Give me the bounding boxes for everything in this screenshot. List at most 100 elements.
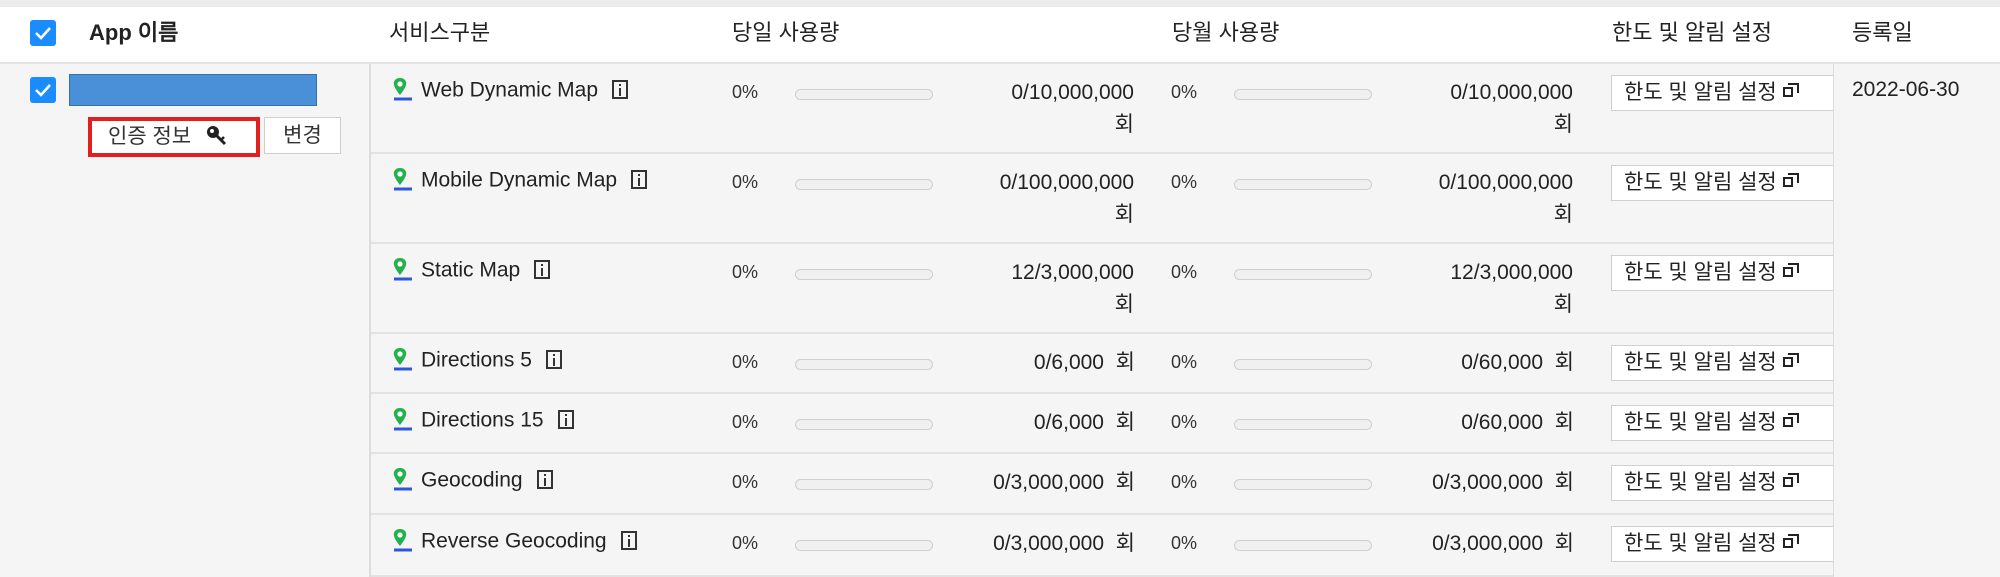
service-name-cell: Directions 5 — [391, 348, 562, 374]
service-name[interactable]: Directions 5 — [421, 349, 532, 372]
limit-settings-button[interactable]: 한도 및 알림 설정 — [1611, 345, 1833, 381]
limit-settings-button[interactable]: 한도 및 알림 설정 — [1611, 526, 1833, 562]
monthly-usage-unit: 회 — [1554, 532, 1574, 555]
map-pin-icon — [393, 78, 412, 101]
daily-usage-unit: 회 — [1114, 203, 1134, 226]
info-icon[interactable] — [620, 530, 637, 550]
monthly-usage-progress-bar — [1234, 540, 1372, 551]
limit-settings-button[interactable]: 한도 및 알림 설정 — [1611, 255, 1833, 291]
new-window-icon — [1782, 413, 1799, 429]
limit-settings-label: 한도 및 알림 설정 — [1624, 532, 1777, 555]
header-registered-date: 등록일 — [1852, 20, 1913, 45]
daily-usage-progress-bar — [795, 89, 933, 100]
auth-info-button[interactable]: 인증 정보 — [88, 117, 260, 157]
service-name-cell: Mobile Dynamic Map — [391, 168, 648, 194]
service-name[interactable]: Directions 15 — [421, 409, 544, 432]
monthly-usage-unit: 회 — [1554, 411, 1574, 434]
top-strip — [0, 0, 2000, 7]
service-name[interactable]: Mobile Dynamic Map — [421, 169, 617, 192]
daily-usage-unit: 회 — [1115, 471, 1135, 494]
map-pin-icon — [393, 168, 412, 191]
monthly-usage-count: 0/60,000 회 — [1461, 347, 1574, 379]
select-all-checkbox[interactable] — [30, 20, 56, 46]
header-app-name[interactable]: App 이름 — [89, 7, 178, 62]
info-icon[interactable] — [534, 259, 551, 279]
daily-usage-value: 0/6,000 — [1033, 351, 1104, 374]
monthly-usage-progress-bar — [1234, 479, 1372, 490]
service-name-cell: Web Dynamic Map — [391, 78, 629, 104]
change-button[interactable]: 변경 — [264, 117, 341, 154]
limit-settings-button[interactable]: 한도 및 알림 설정 — [1611, 405, 1833, 441]
monthly-usage-count: 0/3,000,000 회 — [1432, 528, 1574, 560]
new-window-icon — [1782, 534, 1799, 550]
app-usage-table: App 이름 서비스구분 당일 사용량 당월 사용량 한도 및 알림 설정 등록… — [0, 0, 2000, 577]
monthly-usage-unit: 회 — [1553, 113, 1573, 136]
info-icon[interactable] — [545, 349, 562, 369]
new-window-icon — [1782, 353, 1799, 369]
limit-settings-button[interactable]: 한도 및 알림 설정 — [1611, 465, 1833, 501]
daily-usage-progress-bar — [795, 269, 933, 280]
service-name[interactable]: Reverse Geocoding — [421, 530, 607, 553]
table-row: Geocoding 0% 0/3,000,000 회 0% 0/3,000,000 회 한… — [371, 454, 1833, 515]
daily-usage-percent: 0% — [732, 82, 759, 102]
monthly-usage-progress-bar — [1234, 179, 1372, 190]
info-icon[interactable] — [612, 79, 629, 99]
monthly-usage-unit: 회 — [1554, 351, 1574, 374]
daily-usage-unit: 회 — [1114, 293, 1134, 316]
daily-usage-unit: 회 — [1114, 113, 1134, 136]
limit-settings-button[interactable]: 한도 및 알림 설정 — [1611, 75, 1833, 111]
daily-usage-count: 0/3,000,000 회 — [993, 467, 1135, 499]
registered-date-cell — [1833, 64, 2000, 577]
new-window-icon — [1782, 263, 1799, 279]
daily-usage-unit: 회 — [1115, 532, 1135, 555]
monthly-usage-percent: 0% — [1171, 352, 1198, 372]
info-icon[interactable] — [557, 409, 574, 429]
daily-usage-value: 0/100,000,000 — [999, 171, 1134, 194]
table-row: Directions 15 0% 0/6,000 회 0% 0/60,000 회 한도 및… — [371, 394, 1833, 454]
table-row: Directions 5 0% 0/6,000 회 0% 0/60,000 회 한도 및 … — [371, 334, 1833, 394]
daily-usage-progress-bar — [795, 540, 933, 551]
monthly-usage-count: 12/3,000,000 회 — [1450, 257, 1573, 321]
daily-usage-value: 0/6,000 — [1033, 411, 1104, 434]
key-icon — [207, 126, 227, 146]
app-name-redacted[interactable] — [69, 74, 317, 106]
monthly-usage-value: 0/60,000 — [1461, 411, 1543, 434]
monthly-usage-count: 0/10,000,000 회 — [1450, 77, 1573, 141]
info-icon[interactable] — [536, 469, 553, 489]
daily-usage-unit: 회 — [1115, 351, 1135, 374]
daily-usage-percent: 0% — [732, 412, 759, 432]
service-name-cell: Reverse Geocoding — [391, 529, 637, 555]
info-icon[interactable] — [631, 169, 648, 189]
service-name[interactable]: Web Dynamic Map — [421, 79, 598, 102]
limit-settings-label: 한도 및 알림 설정 — [1624, 351, 1777, 374]
monthly-usage-value: 0/60,000 — [1461, 351, 1543, 374]
monthly-usage-value: 12/3,000,000 — [1450, 261, 1573, 284]
map-pin-icon — [393, 348, 412, 371]
app-row-checkbox[interactable] — [30, 77, 56, 103]
monthly-usage-percent: 0% — [1171, 262, 1198, 282]
header-service: 서비스구분 — [389, 20, 491, 45]
daily-usage-progress-bar — [795, 179, 933, 190]
limit-settings-label: 한도 및 알림 설정 — [1624, 171, 1777, 194]
daily-usage-progress-bar — [795, 419, 933, 430]
monthly-usage-count: 0/100,000,000 회 — [1439, 167, 1573, 231]
header-limit-settings: 한도 및 알림 설정 — [1612, 20, 1773, 45]
service-name[interactable]: Geocoding — [421, 469, 523, 492]
header-daily-usage: 당일 사용량 — [732, 20, 840, 45]
monthly-usage-value: 0/100,000,000 — [1438, 171, 1573, 194]
table-row: Reverse Geocoding 0% 0/3,000,000 회 0% 0/3,00… — [371, 515, 1833, 577]
limit-settings-label: 한도 및 알림 설정 — [1624, 261, 1777, 284]
new-window-icon — [1782, 83, 1799, 99]
monthly-usage-unit: 회 — [1553, 293, 1573, 316]
monthly-usage-count: 0/3,000,000 회 — [1432, 467, 1574, 499]
monthly-usage-percent: 0% — [1171, 533, 1198, 553]
limit-settings-button[interactable]: 한도 및 알림 설정 — [1611, 165, 1833, 201]
monthly-usage-progress-bar — [1234, 89, 1372, 100]
monthly-usage-unit: 회 — [1553, 203, 1573, 226]
monthly-usage-unit: 회 — [1554, 471, 1574, 494]
daily-usage-percent: 0% — [732, 472, 759, 492]
registered-date: 2022-06-30 — [1852, 78, 1960, 101]
service-name[interactable]: Static Map — [421, 259, 520, 282]
checkmark-icon — [35, 84, 51, 97]
new-window-icon — [1782, 473, 1799, 489]
